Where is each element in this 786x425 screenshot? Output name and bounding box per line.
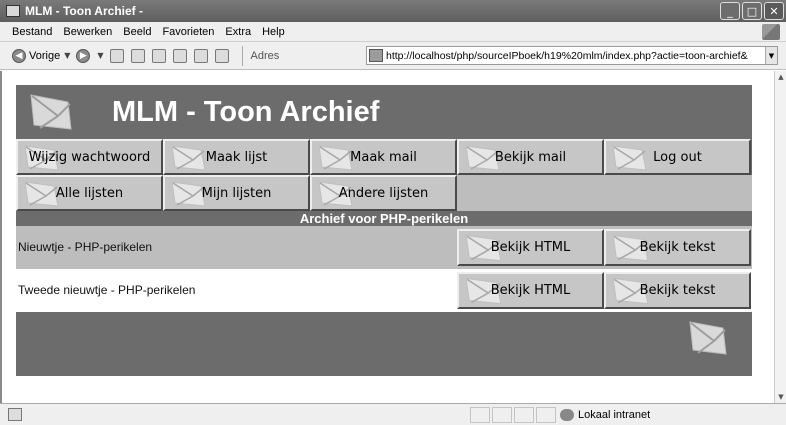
item-title: Tweede nieuwtje - PHP-perikelen	[18, 283, 196, 297]
item-title: Nieuwtje - PHP-perikelen	[18, 240, 153, 254]
security-zone: Lokaal intranet	[560, 407, 650, 423]
page-header: MLM - Toon Archief	[16, 85, 752, 139]
mlm-page: MLM - Toon Archief Wijzig wachtwoord Maa…	[16, 85, 752, 376]
menu-help[interactable]: Help	[262, 26, 285, 38]
stop-icon[interactable]	[109, 48, 124, 63]
window-controls: _ □ ✕	[720, 2, 784, 20]
archive-section-title: Archief voor PHP-perikelen	[16, 211, 752, 226]
window-titlebar: MLM - Toon Archief - _ □ ✕	[0, 0, 786, 22]
scroll-up-icon[interactable]: ▲	[775, 71, 786, 83]
home-icon[interactable]	[151, 48, 166, 63]
refresh-icon[interactable]	[130, 48, 145, 63]
mijn-lijsten-button[interactable]: Mijn lijsten	[163, 175, 310, 211]
andere-lijsten-button[interactable]: Andere lijsten	[310, 175, 457, 211]
address-input[interactable]: http://localhost/php/sourceIPboek/h19%20…	[386, 50, 765, 62]
browser-content: MLM - Toon Archief Wijzig wachtwoord Maa…	[0, 71, 774, 403]
menu-bestand[interactable]: Bestand	[12, 26, 52, 38]
vertical-scrollbar[interactable]: ▲ ▼	[774, 71, 786, 403]
close-button[interactable]: ✕	[764, 2, 784, 20]
status-panes	[470, 407, 556, 423]
alle-lijsten-button[interactable]: Alle lijsten	[16, 175, 163, 211]
page-status-icon	[8, 408, 22, 421]
page-footer	[16, 312, 752, 376]
toolbar-separator	[241, 45, 243, 66]
log-out-button[interactable]: Log out	[604, 139, 751, 175]
window-title: MLM - Toon Archief -	[25, 4, 143, 18]
nav-label: Log out	[653, 149, 702, 165]
wijzig-wachtwoord-button[interactable]: Wijzig wachtwoord	[16, 139, 163, 175]
history-icon[interactable]	[172, 48, 187, 63]
back-label: Vorige	[29, 49, 61, 62]
ie-app-icon	[6, 5, 20, 17]
scroll-down-icon[interactable]: ▼	[775, 391, 786, 403]
nav-label: Wijzig wachtwoord	[28, 149, 151, 165]
back-button[interactable]: ◀ Vorige	[12, 48, 61, 63]
nav-label: Alle lijsten	[55, 185, 124, 201]
nav-row-2: Alle lijsten Mijn lijsten Andere lijsten	[16, 175, 752, 211]
status-pane	[536, 407, 556, 423]
menu-bewerken[interactable]: Bewerken	[63, 26, 112, 38]
menu-favorieten[interactable]: Favorieten	[162, 26, 214, 38]
toolbar: ◀ Vorige ▼ ▶ ▼ Adres http://localhost/ph…	[0, 42, 786, 70]
zone-label: Lokaal intranet	[578, 409, 651, 421]
nav-label: Maak lijst	[205, 149, 268, 165]
button-label: Bekijk tekst	[639, 240, 716, 255]
nav-label: Bekijk mail	[494, 149, 567, 165]
intranet-icon	[560, 409, 574, 421]
nav-row-1: Wijzig wachtwoord Maak lijst Maak mail B…	[16, 139, 752, 175]
status-bar: Lokaal intranet	[0, 403, 786, 425]
button-label: Bekijk tekst	[639, 283, 716, 298]
forward-arrow-icon[interactable]: ▶	[76, 48, 91, 63]
address-bar[interactable]: http://localhost/php/sourceIPboek/h19%20…	[366, 46, 778, 65]
page-icon	[369, 49, 383, 62]
nav-label: Mijn lijsten	[201, 185, 272, 201]
bekijk-html-button[interactable]: Bekijk HTML	[457, 229, 604, 266]
flag-icon	[24, 181, 59, 207]
address-label: Adres	[250, 49, 280, 62]
flag-logo-icon	[689, 321, 727, 355]
flag-icon	[171, 145, 206, 171]
maak-lijst-button[interactable]: Maak lijst	[163, 139, 310, 175]
bekijk-mail-button[interactable]: Bekijk mail	[457, 139, 604, 175]
windows-logo-icon	[762, 24, 780, 40]
button-label: Bekijk HTML	[490, 283, 571, 298]
status-pane	[492, 407, 512, 423]
address-dropdown-icon[interactable]: ▼	[765, 47, 777, 64]
print-icon[interactable]	[193, 48, 208, 63]
minimize-button[interactable]: _	[720, 2, 740, 20]
menu-beeld[interactable]: Beeld	[123, 26, 151, 38]
list-item: Nieuwtje - PHP-perikelen Bekijk HTML Bek…	[16, 226, 752, 269]
nav-label: Maak mail	[350, 149, 417, 165]
maak-mail-button[interactable]: Maak mail	[310, 139, 457, 175]
maximize-button[interactable]: □	[742, 2, 762, 20]
back-arrow-icon: ◀	[12, 48, 26, 63]
bekijk-tekst-button[interactable]: Bekijk tekst	[604, 229, 751, 266]
page-title: MLM - Toon Archief	[112, 95, 380, 128]
maximize-icon: □	[746, 4, 758, 18]
menu-bar: Bestand Bewerken Beeld Favorieten Extra …	[0, 22, 786, 42]
back-dropdown-icon[interactable]: ▼	[64, 51, 70, 60]
flag-icon	[318, 145, 353, 171]
flag-logo-icon	[30, 94, 72, 130]
button-label: Bekijk HTML	[490, 240, 571, 255]
close-icon: ✕	[769, 4, 779, 18]
bekijk-html-button[interactable]: Bekijk HTML	[457, 272, 604, 309]
bekijk-tekst-button[interactable]: Bekijk tekst	[604, 272, 751, 309]
edit-icon[interactable]	[214, 48, 229, 63]
flag-icon	[612, 145, 647, 171]
status-pane	[470, 407, 490, 423]
list-item: Tweede nieuwtje - PHP-perikelen Bekijk H…	[16, 269, 752, 312]
menu-extra[interactable]: Extra	[225, 26, 251, 38]
minimize-icon: _	[727, 4, 733, 18]
forward-dropdown-icon[interactable]: ▼	[97, 51, 103, 60]
nav-label: Andere lijsten	[338, 185, 429, 201]
status-pane	[514, 407, 534, 423]
